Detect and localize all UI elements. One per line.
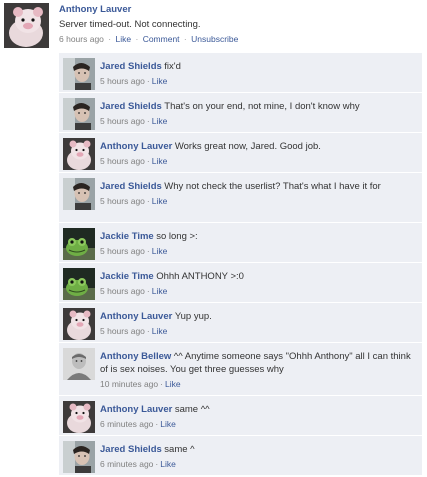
frog-avatar-image (63, 268, 95, 300)
comment-item: Anthony Lauver Works great now, Jared. G… (59, 133, 422, 173)
unsubscribe-link[interactable]: Unsubscribe (191, 34, 238, 44)
separator: · (108, 34, 112, 44)
comment-timestamp[interactable]: 6 minutes ago (100, 459, 153, 469)
like-link[interactable]: Like (116, 34, 132, 44)
comment-timestamp[interactable]: 5 hours ago (100, 286, 145, 296)
comment-text: fix'd (164, 61, 181, 72)
avatar[interactable] (63, 58, 95, 90)
comment-author[interactable]: Jackie Time (100, 231, 154, 242)
like-link[interactable]: Like (152, 246, 168, 256)
post-meta: 6 hours ago · Like · Comment · Unsubscri… (59, 34, 424, 44)
comment-timestamp[interactable]: 5 hours ago (100, 246, 145, 256)
comment-item: Jared Shields same ^ 6 minutes ago · Like (59, 436, 422, 476)
comment-author[interactable]: Jared Shields (100, 61, 162, 72)
comment-item: Anthony Bellew ^^ Anytime someone says "… (59, 343, 422, 396)
avatar[interactable] (4, 3, 49, 48)
like-link[interactable]: Like (152, 76, 168, 86)
separator: · (146, 326, 150, 336)
comment-author[interactable]: Jared Shields (100, 101, 162, 112)
comment-author[interactable]: Anthony Bellew (100, 351, 171, 362)
avatar[interactable] (63, 228, 95, 260)
like-link[interactable]: Like (165, 379, 181, 389)
comment-timestamp[interactable]: 5 hours ago (100, 156, 145, 166)
pig-plush-avatar-image (63, 138, 95, 170)
comment-text: same ^^ (174, 404, 210, 415)
avatar[interactable] (63, 268, 95, 300)
comment-timestamp[interactable]: 6 minutes ago (100, 419, 153, 429)
comment-text: Why not check the userlist? That's what … (164, 181, 381, 192)
frog-avatar-image (63, 228, 95, 260)
comment-timestamp[interactable]: 10 minutes ago (100, 379, 158, 389)
pig-plush-avatar-image (63, 401, 95, 433)
comment-item: Jackie Time Ohhh ANTHONY >:0 5 hours ago… (59, 263, 422, 303)
separator: · (146, 196, 150, 206)
separator: · (160, 379, 163, 389)
comment-timestamp[interactable]: 5 hours ago (100, 76, 145, 86)
avatar[interactable] (63, 441, 95, 473)
comment-text: That's on your end, not mine, I don't kn… (164, 101, 360, 112)
comment-text: Ohhh ANTHONY >:0 (156, 271, 244, 282)
like-link[interactable]: Like (160, 459, 176, 469)
post-text: Server timed-out. Not connecting. (59, 19, 201, 30)
like-link[interactable]: Like (152, 286, 168, 296)
comment-item: Jared Shields fix'd 5 hours ago · Like (59, 53, 422, 93)
separator: · (146, 116, 150, 126)
pig-plush-avatar-image (4, 3, 49, 48)
person-photo-avatar-image (63, 58, 95, 90)
avatar[interactable] (63, 138, 95, 170)
separator: · (146, 246, 150, 256)
separator: · (146, 286, 150, 296)
avatar[interactable] (63, 401, 95, 433)
like-link[interactable]: Like (152, 326, 168, 336)
like-link[interactable]: Like (152, 156, 168, 166)
comment-timestamp[interactable]: 5 hours ago (100, 116, 145, 126)
comment-author[interactable]: Jared Shields (100, 181, 162, 192)
comment-link[interactable]: Comment (143, 34, 180, 44)
post-timestamp[interactable]: 6 hours ago (59, 34, 104, 44)
comment-item: Anthony Lauver Yup yup. 5 hours ago · Like (59, 303, 422, 343)
comment-author[interactable]: Jared Shields (100, 444, 162, 455)
comment-item: Jared Shields That's on your end, not mi… (59, 93, 422, 133)
like-link[interactable]: Like (160, 419, 176, 429)
avatar[interactable] (63, 348, 95, 380)
pig-plush-avatar-image (63, 308, 95, 340)
avatar[interactable] (63, 308, 95, 340)
like-link[interactable]: Like (152, 116, 168, 126)
comment-timestamp[interactable]: 5 hours ago (100, 196, 145, 206)
comment-author[interactable]: Jackie Time (100, 271, 154, 282)
comment-author[interactable]: Anthony Lauver (100, 311, 172, 322)
comment-list: Jared Shields fix'd 5 hours ago · Like Jar… (59, 53, 422, 476)
post-author[interactable]: Anthony Lauver (59, 4, 424, 15)
comment-author[interactable]: Anthony Lauver (100, 141, 172, 152)
person-photo-avatar-image (63, 441, 95, 473)
person-photo-avatar-image (63, 98, 95, 130)
separator: · (146, 156, 150, 166)
comment-timestamp[interactable]: 5 hours ago (100, 326, 145, 336)
comment-text: Works great now, Jared. Good job. (174, 141, 321, 152)
separator: · (183, 34, 187, 44)
like-link[interactable]: Like (152, 196, 168, 206)
avatar[interactable] (63, 178, 95, 210)
comment-author[interactable]: Anthony Lauver (100, 404, 172, 415)
comment-item: Jackie Time so long >: 5 hours ago · Like (59, 223, 422, 263)
person-photo-avatar-image (63, 348, 95, 380)
comment-text: same ^ (164, 444, 195, 455)
post: Anthony Lauver Server timed-out. Not con… (4, 3, 424, 53)
comment-item: Anthony Lauver same ^^ 6 minutes ago · Lik… (59, 396, 422, 436)
person-photo-avatar-image (63, 178, 95, 210)
comment-item: Jared Shields Why not check the userlist… (59, 173, 422, 223)
separator: · (135, 34, 139, 44)
comment-text: Yup yup. (174, 311, 212, 322)
comment-text: so long >: (156, 231, 198, 242)
separator: · (146, 76, 150, 86)
avatar[interactable] (63, 98, 95, 130)
